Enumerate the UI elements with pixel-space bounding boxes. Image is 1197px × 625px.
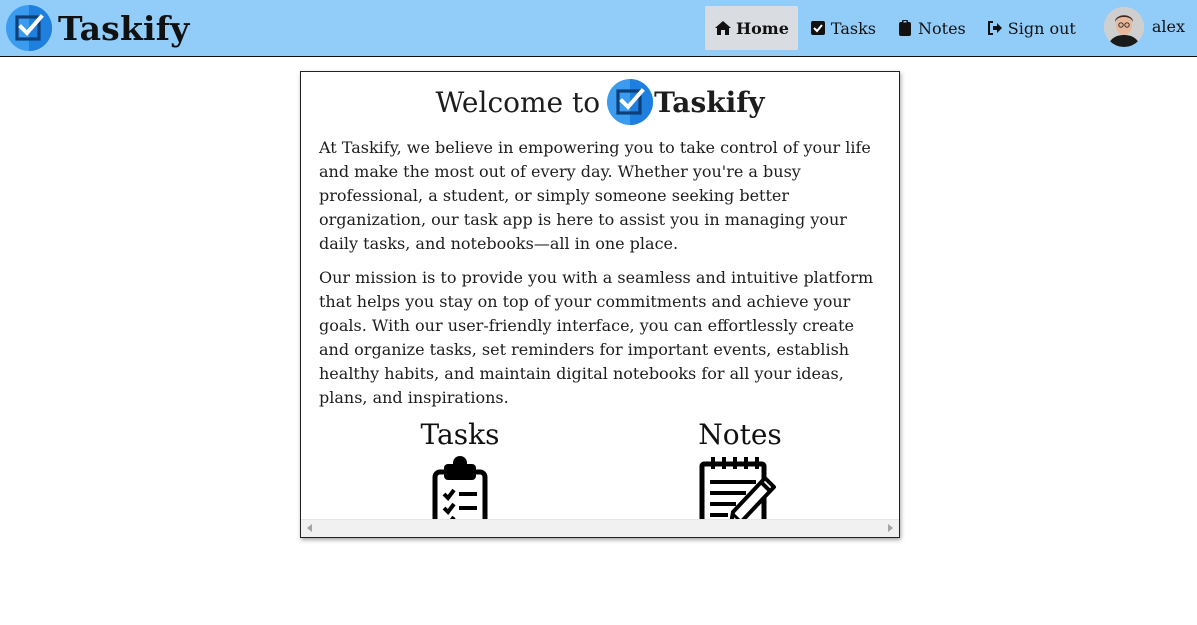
notepad-pencil-icon <box>699 457 776 520</box>
mission-paragraph: Our mission is to provide you with a sea… <box>319 268 874 407</box>
user-menu[interactable]: alex <box>1103 0 1197 56</box>
clipboard-checklist-icon <box>432 456 488 520</box>
horizontal-scrollbar[interactable] <box>301 519 899 537</box>
checkbox-logo-icon <box>607 79 654 125</box>
sign-out-icon <box>987 21 1002 35</box>
nav-links: Home Tasks Notes Sign out alex <box>705 0 1197 56</box>
welcome-text: Welcome to <box>435 85 601 119</box>
nav-home-label: Home <box>736 18 789 38</box>
feature-tasks[interactable]: Tasks <box>350 418 570 520</box>
checkbox-logo-icon <box>6 5 52 51</box>
scroll-left-arrow-icon[interactable] <box>307 524 312 532</box>
feature-tasks-title: Tasks <box>420 418 500 451</box>
nav-sign-out-link[interactable]: Sign out <box>977 6 1085 50</box>
features-section: Tasks Notes <box>301 418 899 520</box>
clipboard-icon <box>899 20 912 36</box>
nav-tasks-link[interactable]: Tasks <box>800 6 885 50</box>
feature-notes[interactable]: Notes <box>630 418 850 520</box>
intro-paragraph: At Taskify, we believe in empowering you… <box>319 138 871 253</box>
nav-sign-out-label: Sign out <box>1007 18 1076 38</box>
scroll-right-arrow-icon[interactable] <box>888 524 893 532</box>
home-icon <box>715 21 732 35</box>
welcome-heading: Welcome to Taskify <box>301 79 899 125</box>
nav-notes-label: Notes <box>918 18 966 38</box>
feature-notes-title: Notes <box>698 418 782 451</box>
brand-home-link[interactable]: Taskify <box>6 5 190 51</box>
nav-home-link[interactable]: Home <box>705 6 798 50</box>
nav-notes-link[interactable]: Notes <box>887 6 975 50</box>
user-name: alex <box>1151 17 1185 36</box>
welcome-card-content: Welcome to Taskify At Taskify, we believ… <box>301 72 899 520</box>
nav-tasks-label: Tasks <box>830 18 877 38</box>
welcome-card: Welcome to Taskify At Taskify, we believ… <box>300 71 900 538</box>
checkbox-icon <box>810 21 825 35</box>
brand-name: Taskify <box>58 8 190 48</box>
welcome-brand: Taskify <box>654 85 765 119</box>
top-navbar: Taskify Home Tasks Notes Sign out alex <box>0 0 1197 57</box>
user-avatar <box>1103 7 1144 47</box>
